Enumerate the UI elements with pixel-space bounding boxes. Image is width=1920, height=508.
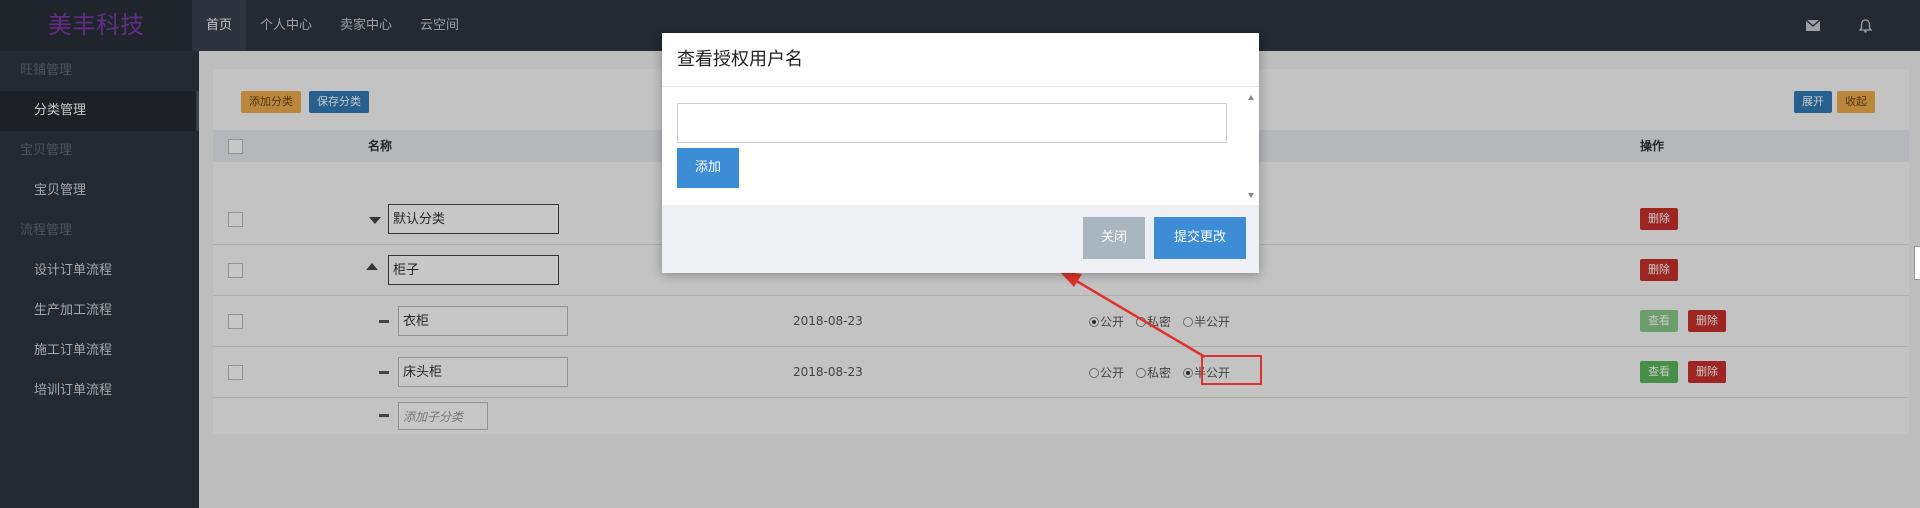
add-user-button[interactable]: 添加 [677,148,739,188]
modal-scrollbar[interactable] [1244,87,1259,205]
close-button[interactable]: 关闭 [1083,217,1145,259]
modal-title: 查看授权用户名 [662,33,1259,87]
username-input[interactable] [677,103,1227,143]
scroll-down-icon[interactable] [1248,193,1254,198]
page-scroll-handle[interactable] [1914,246,1920,280]
authorized-users-modal: 查看授权用户名 添加 关闭 提交更改 [662,33,1259,273]
annotation-highlight-box [1201,355,1262,385]
submit-changes-button[interactable]: 提交更改 [1154,217,1246,259]
modal-footer: 关闭 提交更改 [662,205,1259,273]
scroll-up-icon[interactable] [1248,95,1254,100]
